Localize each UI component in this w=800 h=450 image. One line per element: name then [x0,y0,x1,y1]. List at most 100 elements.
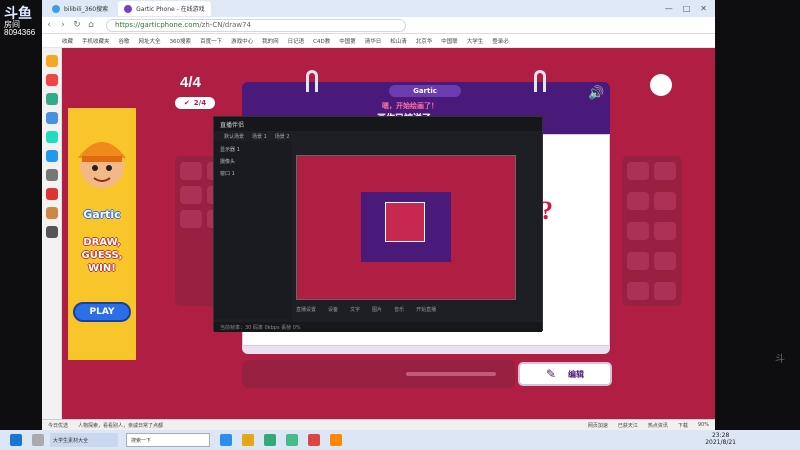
mascot-image [78,142,126,188]
url-field[interactable]: https://garticphone.com/zh-CN/draw74 [106,18,406,32]
scene-tabs: 默认场景 场景 1 场景 2 [214,131,542,141]
line-icon[interactable] [627,252,649,270]
control-item[interactable]: 图片 [372,306,382,313]
zoom-level[interactable]: 90% [698,422,715,428]
bookmark[interactable]: 百度一下 [200,37,222,45]
bookmark[interactable]: 大学生 [467,37,484,45]
status-item[interactable]: 今日优选 [48,422,68,429]
eraser-icon[interactable] [654,162,676,180]
scene-source-list: 显示器 1 摄像头 窗口 1 [214,141,292,319]
gartic-ad-banner[interactable]: Gartic DRAW, GUESS, WIN! PLAY [68,108,136,360]
browser-sidebar [42,48,62,419]
app-icon[interactable] [308,434,320,446]
bookmark[interactable]: 360搜索 [170,37,192,45]
control-item[interactable]: 直播设置 [296,306,316,313]
start-icon[interactable] [10,434,22,446]
weibo-icon[interactable] [45,74,58,86]
bookmark[interactable]: 网址大全 [139,37,161,45]
game-icon[interactable] [45,207,58,219]
status-item[interactable]: 下载 [678,422,688,429]
bookmark[interactable]: 收藏 [62,37,73,45]
app-icon[interactable] [330,434,342,446]
bookmark[interactable]: 登录必 [492,37,509,45]
edit-button[interactable]: ✎ 编辑 [518,362,612,386]
window-controls: — □ ✕ [665,4,715,13]
chat-icon[interactable] [45,131,58,143]
folder-icon[interactable] [242,434,254,446]
forward-icon[interactable]: › [56,20,70,30]
source-item[interactable]: 显示器 1 [220,146,292,153]
bookmark[interactable]: 手机收藏夹 [82,37,110,45]
pencil-icon[interactable] [627,162,649,180]
source-item[interactable]: 窗口 1 [220,170,292,177]
undo-icon[interactable] [627,282,649,300]
browser-icon[interactable] [286,434,298,446]
pencil-icon: ✎ [545,367,557,381]
tab-bilibili[interactable]: bilibili_360搜索 [46,1,114,16]
status-item[interactable]: 热点资讯 [648,422,668,429]
edge-icon[interactable] [220,434,232,446]
control-item[interactable]: 音乐 [394,306,404,313]
status-item[interactable]: 网页加速 [588,422,608,429]
fill-bucket-icon[interactable] [654,252,676,270]
status-item[interactable]: 已获天江 [618,422,638,429]
app-icon[interactable] [45,112,58,124]
bookmark[interactable]: 日记语 [288,37,305,45]
windows-taskbar: 大学生素材大全 搜索一下 23:28 2021/8/21 [0,430,800,450]
start-stream-button[interactable]: 开始直播 [416,306,436,313]
bookmark[interactable]: C4D教 [313,37,330,45]
taskbar-search[interactable]: 搜索一下 [126,433,210,447]
opacity-slider[interactable] [406,372,496,376]
scene-tab[interactable]: 默认场景 [224,133,244,140]
scene-tab[interactable]: 场景 2 [275,133,290,140]
clock-date: 2021/8/21 [705,439,736,446]
color-swatch[interactable] [180,186,202,204]
bookmark[interactable]: 松山清 [390,37,407,45]
minimize-icon[interactable]: — [665,4,673,13]
tools-panel [622,156,682,306]
refresh-icon[interactable]: ↻ [70,20,84,30]
bookmark[interactable]: 我的网 [262,37,279,45]
play-button[interactable]: PLAY [73,302,131,322]
search-icon[interactable] [32,434,44,446]
taskbar-clock[interactable]: 23:28 2021/8/21 [705,433,736,446]
bookmark[interactable]: 中国联 [441,37,458,45]
circle-icon[interactable] [654,192,676,210]
video-icon[interactable] [45,188,58,200]
taskbar-app[interactable]: 大学生素材大全 [50,433,118,447]
streaming-app-window[interactable]: 直播伴侣 默认场景 场景 1 场景 2 显示器 1 摄像头 窗口 1 直播设置 … [213,116,543,332]
bookmark[interactable]: 清华日 [365,37,382,45]
app-icon[interactable] [264,434,276,446]
close-icon[interactable]: ✕ [700,4,707,13]
color-swatch[interactable] [180,210,202,228]
bookmark[interactable]: 中国第 [339,37,356,45]
doc-icon[interactable] [45,169,58,181]
bookmark[interactable]: 北京华 [416,37,433,45]
status-item[interactable]: 人物探索，看看别人，亲戚日常了点都 [78,422,163,429]
ad-title: Gartic [83,208,121,221]
url-path: /zh-CN/draw74 [199,21,252,29]
color-swatch[interactable] [180,162,202,180]
maximize-icon[interactable]: □ [683,4,691,13]
source-item[interactable]: 摄像头 [220,158,292,165]
control-item[interactable]: 文字 [350,306,360,313]
bookmark[interactable]: 游戏中心 [231,37,253,45]
filled-circle-icon[interactable] [654,222,676,240]
favorites-icon[interactable] [45,55,58,67]
sound-icon[interactable]: 🔊 [588,86,604,101]
redo-icon[interactable] [654,282,676,300]
ad-tagline-line: WIN! [88,263,116,274]
stream-brand: 斗鱼 [4,5,32,21]
bookmark[interactable]: 谷歌 [119,37,130,45]
tab-gartic[interactable]: Gartic Phone - 在线游戏 [118,1,211,16]
control-item[interactable]: 设备 [328,306,338,313]
back-icon[interactable]: ‹ [42,20,56,30]
stream-watermark: 斗鱼 房间 8094366 [4,6,40,37]
wechat-icon[interactable] [45,93,58,105]
photo-icon[interactable] [45,226,58,238]
rectangle-icon[interactable] [627,192,649,210]
pay-icon[interactable] [45,150,58,162]
scene-tab[interactable]: 场景 1 [252,133,267,140]
filled-rect-icon[interactable] [627,222,649,240]
home-icon[interactable]: ⌂ [84,20,98,30]
